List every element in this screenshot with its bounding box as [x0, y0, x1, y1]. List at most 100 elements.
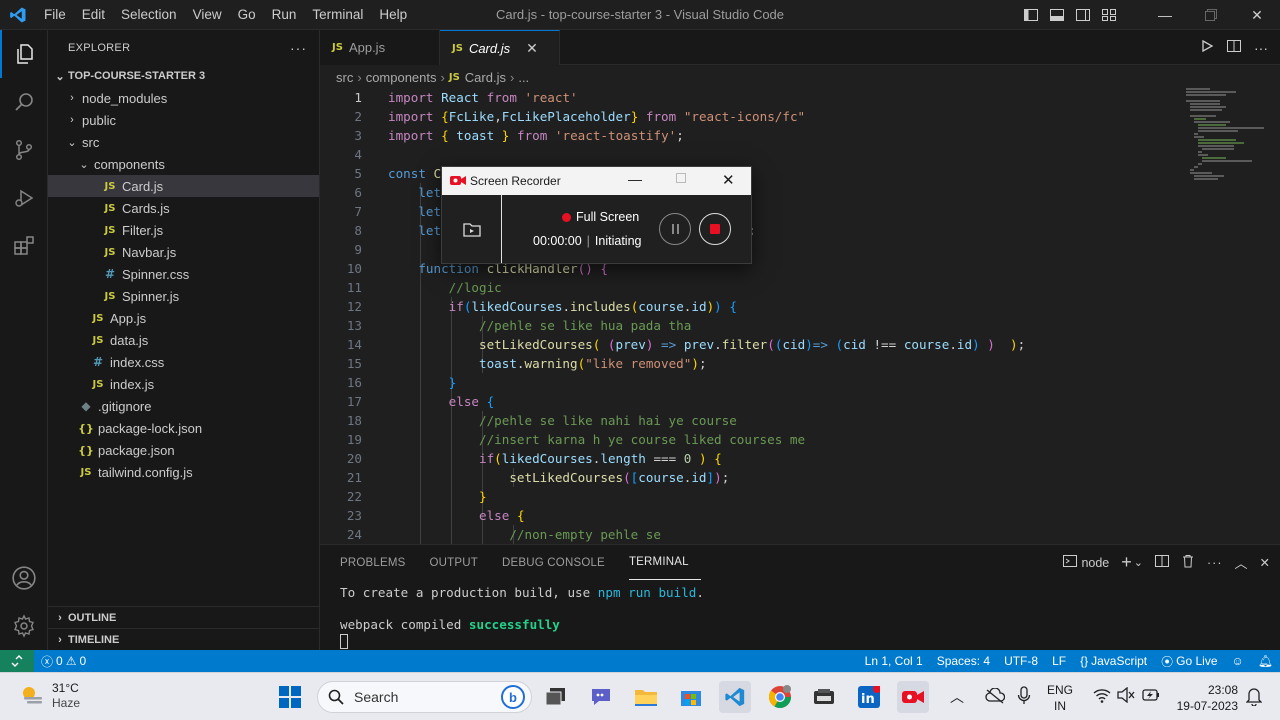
extensions-icon[interactable]: [0, 222, 48, 270]
tree-file[interactable]: JS tailwind.config.js: [48, 461, 319, 483]
tree-folder[interactable]: ⌄ components: [48, 153, 319, 175]
run-code-icon[interactable]: [1200, 39, 1214, 56]
source-control-icon[interactable]: [0, 126, 48, 174]
cloud-offline-icon[interactable]: [985, 687, 1006, 707]
close-window-icon[interactable]: ✕: [1234, 0, 1280, 30]
recording-mode[interactable]: Full Screen: [562, 210, 639, 224]
explorer-icon[interactable]: [0, 30, 48, 78]
tab-problems[interactable]: PROBLEMS: [340, 545, 418, 580]
more-panel-actions-icon[interactable]: ···: [1207, 556, 1223, 570]
tree-file[interactable]: ◆ .gitignore: [48, 395, 319, 417]
chevron-down-icon[interactable]: ⌄: [1134, 556, 1143, 569]
tree-file[interactable]: JS App.js: [48, 307, 319, 329]
run-debug-icon[interactable]: [0, 174, 48, 222]
file-explorer-icon[interactable]: [630, 681, 662, 713]
linkedin-icon[interactable]: in: [853, 681, 885, 713]
minimize-icon[interactable]: —: [628, 171, 642, 187]
teams-chat-icon[interactable]: [585, 681, 617, 713]
remote-icon[interactable]: [0, 650, 34, 672]
go-live-button[interactable]: ⦿ Go Live: [1154, 650, 1224, 672]
tab-terminal[interactable]: TERMINAL: [628, 545, 701, 580]
microsoft-store-icon[interactable]: [675, 681, 707, 713]
customize-layout-icon[interactable]: [1096, 0, 1122, 30]
taskbar-search-box[interactable]: Search b: [317, 681, 532, 713]
more-actions-icon[interactable]: ···: [290, 40, 307, 56]
clock[interactable]: 23:08 19-07-2023: [1170, 682, 1238, 714]
wifi-icon[interactable]: [1093, 687, 1111, 706]
tree-file[interactable]: JS data.js: [48, 329, 319, 351]
cursor-position[interactable]: Ln 1, Col 1: [858, 650, 930, 672]
tree-file[interactable]: JS Filter.js: [48, 219, 319, 241]
tree-file[interactable]: JS Navbar.js: [48, 241, 319, 263]
manage-gear-icon[interactable]: [0, 602, 48, 650]
open-folder-icon[interactable]: [442, 195, 502, 263]
split-editor-icon[interactable]: [1226, 39, 1242, 56]
show-hidden-icons-chevron-icon[interactable]: ︿: [950, 687, 964, 707]
close-icon[interactable]: ✕: [722, 171, 735, 189]
toggle-primary-sidebar-icon[interactable]: [1018, 0, 1044, 30]
tree-file[interactable]: # index.css: [48, 351, 319, 373]
timeline-section[interactable]: › TIMELINE: [48, 628, 320, 650]
volume-muted-icon[interactable]: [1117, 686, 1135, 706]
photo-editor-icon[interactable]: [808, 681, 840, 713]
weather-widget[interactable]: 31°C Haze: [18, 681, 80, 711]
menu-edit[interactable]: Edit: [74, 0, 113, 30]
trash-icon[interactable]: [1181, 554, 1195, 571]
breadcrumb-components[interactable]: components: [366, 70, 437, 85]
tree-file[interactable]: JS Card.js: [48, 175, 319, 197]
tab-debug-console[interactable]: DEBUG CONSOLE: [502, 545, 617, 580]
pause-button[interactable]: [659, 213, 691, 245]
maximize-panel-icon[interactable]: ︿: [1235, 553, 1248, 572]
tree-file[interactable]: {} package.json: [48, 439, 319, 461]
tree-file[interactable]: # Spinner.css: [48, 263, 319, 285]
battery-charging-icon[interactable]: [1142, 687, 1160, 706]
tab-card-js[interactable]: JS Card.js ✕: [440, 30, 560, 65]
split-terminal-icon[interactable]: [1155, 554, 1169, 571]
breadcrumb-file[interactable]: Card.js: [465, 70, 506, 85]
notification-center-icon[interactable]: [1245, 686, 1263, 709]
outline-section[interactable]: › OUTLINE: [48, 606, 320, 628]
problems-status[interactable]: ⓧ 0 ⚠ 0: [34, 650, 93, 672]
vscode-taskbar-icon[interactable]: [719, 681, 751, 713]
restore-icon[interactable]: [1188, 0, 1234, 30]
menu-file[interactable]: File: [36, 0, 74, 30]
tree-folder[interactable]: › node_modules: [48, 87, 319, 109]
bing-icon[interactable]: b: [501, 685, 525, 709]
menu-terminal[interactable]: Terminal: [304, 0, 371, 30]
accounts-status-icon[interactable]: ☺: [1225, 650, 1251, 672]
project-root[interactable]: ⌄ TOP-COURSE-STARTER 3: [48, 65, 319, 87]
menu-view[interactable]: View: [185, 0, 230, 30]
close-panel-icon[interactable]: ✕: [1260, 555, 1270, 570]
menu-run[interactable]: Run: [264, 0, 305, 30]
tab-output[interactable]: OUTPUT: [430, 545, 490, 580]
menu-go[interactable]: Go: [230, 0, 264, 30]
input-language[interactable]: ENG IN: [1047, 682, 1073, 714]
tree-file[interactable]: JS Cards.js: [48, 197, 319, 219]
breadcrumb-symbol[interactable]: ...: [518, 70, 529, 85]
tree-folder[interactable]: ⌄ src: [48, 131, 319, 153]
tree-file[interactable]: {} package-lock.json: [48, 417, 319, 439]
more-editor-actions-icon[interactable]: ···: [1254, 40, 1268, 56]
menu-selection[interactable]: Selection: [113, 0, 185, 30]
tree-file[interactable]: JS index.js: [48, 373, 319, 395]
accounts-icon[interactable]: [0, 554, 48, 602]
end-of-line[interactable]: LF: [1045, 650, 1073, 672]
stop-button[interactable]: [699, 213, 731, 245]
notifications-icon[interactable]: 🔔︎: [1251, 650, 1280, 672]
chrome-icon[interactable]: [764, 681, 796, 713]
tab-app-js[interactable]: JS App.js: [320, 30, 440, 65]
vscode-logo-icon[interactable]: [0, 0, 36, 30]
terminal-shell-label[interactable]: node: [1081, 556, 1109, 570]
screen-recorder-taskbar-icon[interactable]: [897, 681, 929, 713]
microphone-icon[interactable]: [1017, 686, 1031, 709]
recorder-title-bar[interactable]: Screen Recorder — ✕: [442, 167, 751, 195]
close-tab-icon[interactable]: ✕: [526, 40, 538, 57]
new-terminal-icon[interactable]: +: [1121, 552, 1132, 573]
toggle-panel-icon[interactable]: [1044, 0, 1070, 30]
toggle-secondary-sidebar-icon[interactable]: [1070, 0, 1096, 30]
task-view-icon[interactable]: [540, 681, 572, 713]
tree-folder[interactable]: › public: [48, 109, 319, 131]
minimize-icon[interactable]: —: [1142, 0, 1188, 30]
search-icon[interactable]: [0, 78, 48, 126]
indentation[interactable]: Spaces: 4: [930, 650, 997, 672]
